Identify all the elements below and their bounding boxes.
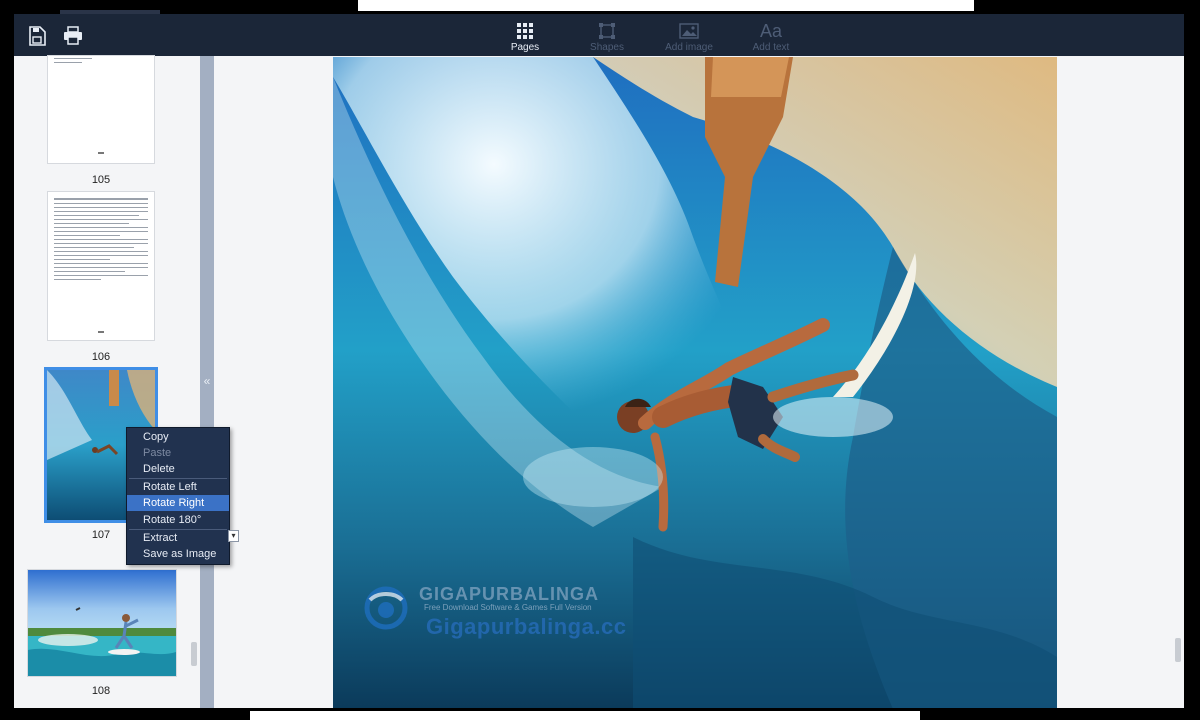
- text-icon-glyph: Aa: [759, 21, 783, 41]
- pages-button[interactable]: Pages: [484, 14, 566, 56]
- pages-label: Pages: [510, 42, 540, 53]
- pdf-editor-window: Pages Shapes Add image Aa Add text 105 1…: [14, 14, 1184, 708]
- print-icon[interactable]: [63, 26, 83, 46]
- page-content-lines: [54, 58, 148, 66]
- menu-item-save-as-image[interactable]: Save as Image: [127, 546, 229, 562]
- menu-item-rotate-left[interactable]: Rotate Left: [127, 479, 229, 495]
- text-icon: Aa: [760, 22, 782, 40]
- menu-item-copy[interactable]: Copy: [127, 429, 229, 445]
- image-icon: [678, 22, 700, 40]
- add-image-button[interactable]: Add image: [648, 14, 730, 56]
- page-thumbnail-106[interactable]: [48, 192, 154, 340]
- shapes-icon: [596, 22, 618, 40]
- page-number-108: 108: [91, 685, 111, 697]
- sidebar-scrollbar-thumb[interactable]: [191, 642, 197, 666]
- thumbnail-dropdown-icon[interactable]: ▾: [228, 530, 239, 542]
- save-icon[interactable]: [28, 26, 48, 46]
- bottom-edge-strip: [250, 711, 920, 720]
- top-edge-strip: [358, 0, 974, 11]
- toolbar: Pages Shapes Add image Aa Add text: [14, 14, 1184, 56]
- shapes-label: Shapes: [590, 42, 624, 53]
- watermark-tagline: Free Download Software & Games Full Vers…: [424, 603, 592, 612]
- watermark-logo-icon: [364, 586, 408, 630]
- toolbar-tools: Pages Shapes Add image Aa Add text: [484, 14, 812, 56]
- watermark-brand: GIGAPURBALINGA: [419, 584, 599, 604]
- page-number-107: 107: [91, 529, 111, 541]
- page-number-106: 106: [91, 351, 111, 363]
- page-thumbnails-sidebar: 105 106 107 108: [14, 56, 200, 708]
- menu-item-delete[interactable]: Delete: [127, 461, 229, 477]
- add-image-label: Add image: [665, 42, 713, 53]
- menu-item-paste[interactable]: Paste: [127, 445, 229, 461]
- canvas-scrollbar-thumb[interactable]: [1175, 638, 1181, 662]
- page-thumbnail-108[interactable]: [28, 570, 176, 676]
- screenshot-frame: Pages Shapes Add image Aa Add text 105 1…: [0, 0, 1200, 720]
- kitesurfer-thumbnail-image: [28, 570, 176, 676]
- page-context-menu: Copy Paste Delete Rotate Left Rotate Rig…: [126, 427, 230, 565]
- shapes-button[interactable]: Shapes: [566, 14, 648, 56]
- document-canvas: [214, 56, 1184, 708]
- page-content-lines: [54, 198, 148, 283]
- page-thumbnail-105[interactable]: [48, 56, 154, 163]
- page-footer-mark: [98, 331, 104, 333]
- page-number-105: 105: [91, 174, 111, 186]
- menu-item-rotate-right[interactable]: Rotate Right: [127, 495, 229, 511]
- collapse-chevron-icon[interactable]: «: [200, 374, 214, 388]
- watermark-url: Gigapurbalinga.cc: [426, 614, 627, 639]
- add-text-label: Add text: [752, 42, 790, 53]
- menu-item-extract[interactable]: Extract: [127, 530, 229, 546]
- page-footer-mark: [98, 152, 104, 154]
- menu-item-rotate-180[interactable]: Rotate 180°: [127, 512, 229, 528]
- add-text-button[interactable]: Aa Add text: [730, 14, 812, 56]
- grid-icon: [514, 22, 536, 40]
